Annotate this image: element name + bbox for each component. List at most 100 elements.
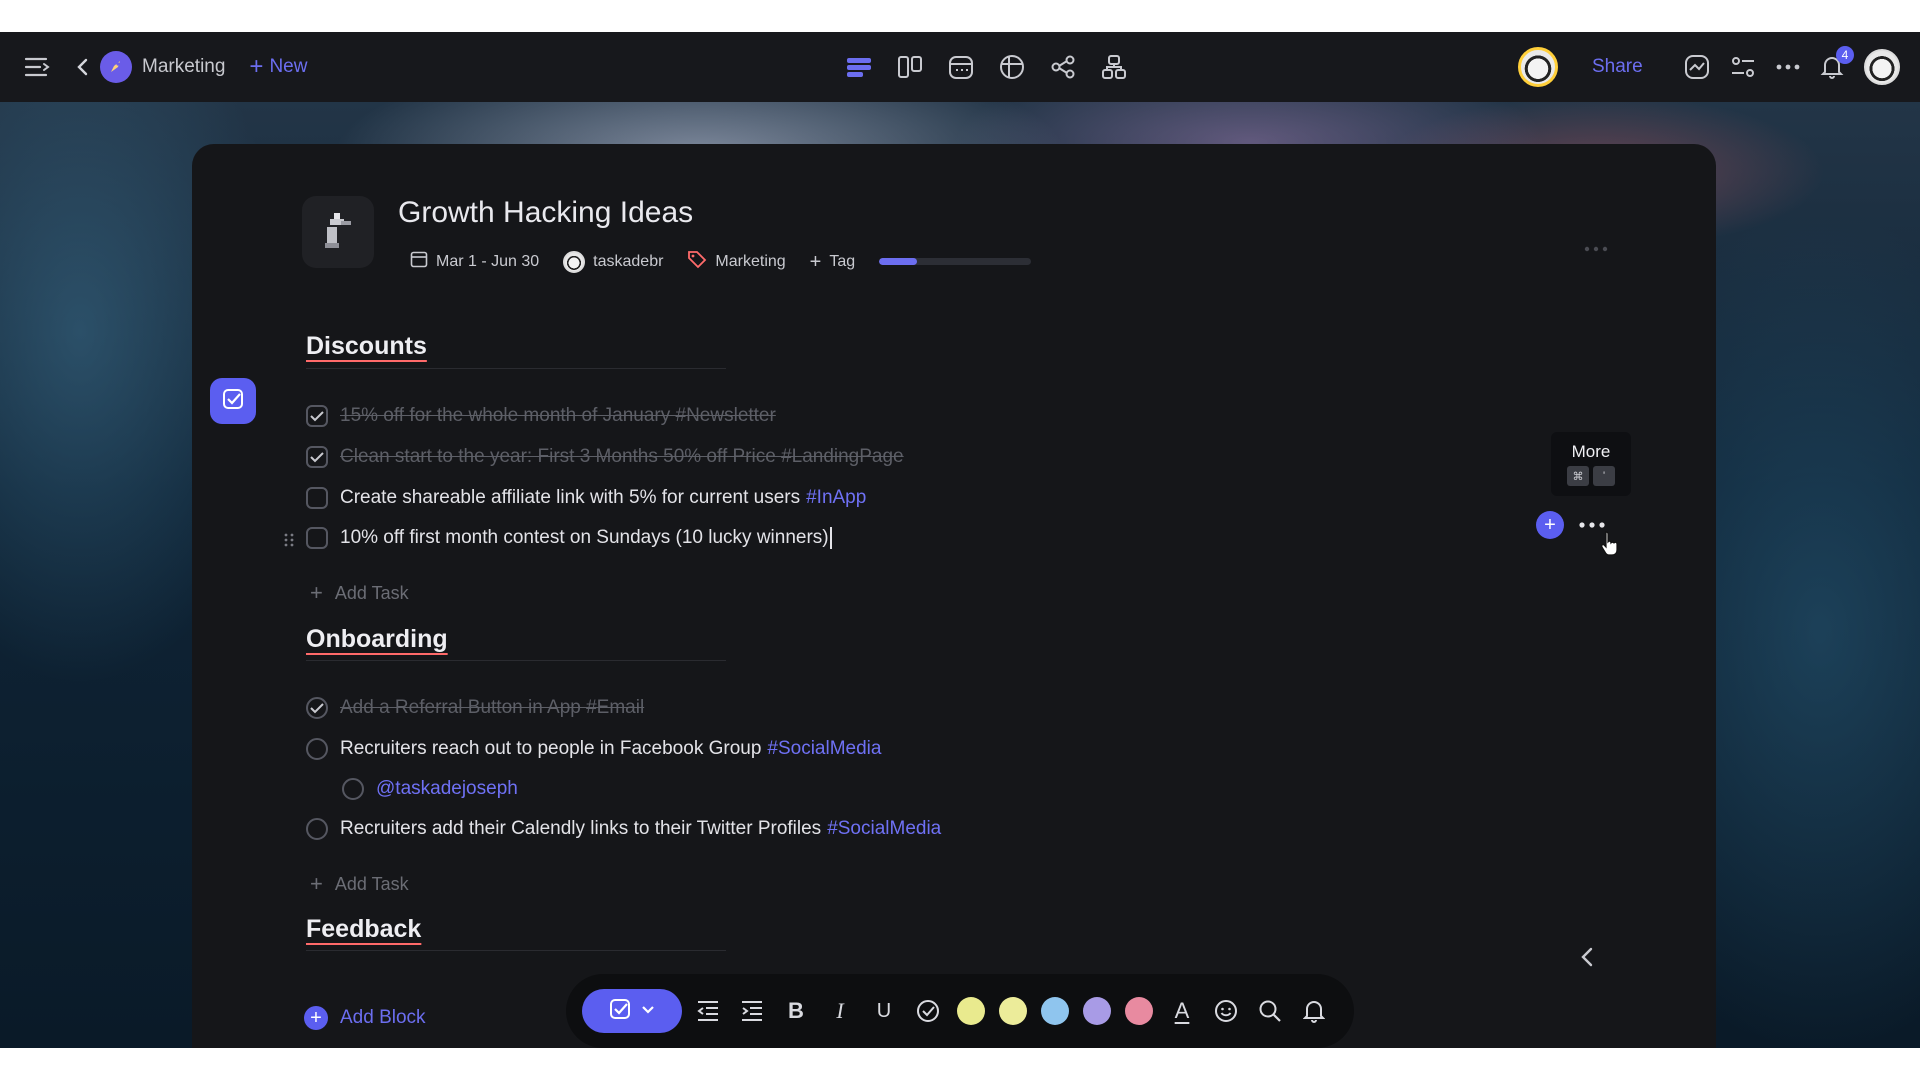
task-checkbox[interactable] (342, 778, 364, 800)
add-task-button[interactable]: + Add Task (310, 873, 409, 895)
reminder-bell-icon[interactable] (1296, 993, 1332, 1029)
workspace-name[interactable]: Marketing (142, 56, 225, 78)
tooltip-shortcut: ⌘ ' (1551, 466, 1631, 486)
user-mention[interactable]: @taskadejoseph (376, 778, 518, 800)
color-swatch-yellow[interactable] (957, 997, 985, 1025)
color-swatch-pink[interactable] (1125, 997, 1153, 1025)
task-text: Recruiters add their Calendly links to t… (340, 818, 942, 839)
section-divider (306, 950, 726, 951)
project-icon[interactable] (302, 196, 374, 268)
add-task-button[interactable]: + Add Task (310, 582, 409, 604)
more-tooltip: More ⌘ ' (1551, 432, 1631, 496)
owner[interactable]: taskadebr (563, 250, 663, 273)
checkbox-icon (222, 388, 244, 415)
text-color-icon[interactable]: A (1164, 993, 1200, 1029)
task-item[interactable]: Clean start to the year: First 3 Months … (306, 442, 904, 472)
mindmap-view-icon[interactable] (1046, 50, 1080, 84)
calendar-view-icon[interactable] (944, 50, 978, 84)
section-title-feedback[interactable]: Feedback (306, 915, 421, 944)
task-checkbox[interactable] (306, 818, 328, 840)
section-divider (306, 660, 726, 661)
org-chart-view-icon[interactable] (1097, 50, 1131, 84)
check-circle-icon[interactable] (910, 993, 946, 1029)
notification-bell-icon[interactable]: 4 (1820, 46, 1854, 80)
section-divider (306, 368, 726, 369)
task-item[interactable]: Add a Referral Button in App #Email (306, 693, 644, 723)
plus-icon: + (809, 250, 822, 273)
task-item[interactable]: 15% off for the whole month of January #… (306, 401, 776, 431)
task-item-active[interactable]: 10% off first month contest on Sundays (… (284, 523, 832, 553)
task-checkbox-checked[interactable] (306, 697, 328, 719)
outdent-icon[interactable] (690, 993, 726, 1029)
new-button[interactable]: + New (249, 55, 307, 79)
more-horizontal-icon[interactable] (1776, 63, 1800, 71)
top-bar: Marketing + New Share 4 (0, 32, 1920, 102)
bold-icon[interactable]: B (778, 993, 814, 1029)
app-window: Marketing + New Share 4 Growth Hacking I… (0, 32, 1920, 1048)
format-toolbar: B I U A (566, 974, 1354, 1048)
activity-icon[interactable] (1684, 54, 1710, 80)
block-type-button[interactable] (210, 378, 256, 424)
color-swatch-blue[interactable] (1041, 997, 1069, 1025)
mouse-cursor-icon (1600, 530, 1622, 561)
section-title-onboarding[interactable]: Onboarding (306, 625, 448, 654)
task-text-editing[interactable]: 10% off first month contest on Sundays (… (340, 527, 832, 549)
task-item[interactable]: Create shareable affiliate link with 5% … (306, 483, 866, 513)
task-item[interactable]: Recruiters add their Calendly links to t… (306, 814, 941, 844)
table-view-icon[interactable] (995, 50, 1029, 84)
user-avatar[interactable] (1864, 49, 1900, 85)
panel-more-icon[interactable] (1584, 240, 1608, 258)
project-meta: Mar 1 - Jun 30 taskadebr Marketing + Tag (410, 249, 1032, 274)
emoji-icon[interactable] (1208, 993, 1244, 1029)
project-title[interactable]: Growth Hacking Ideas (398, 196, 693, 230)
tooltip-label: More (1571, 442, 1611, 461)
hashtag[interactable]: #InApp (806, 487, 866, 508)
italic-icon[interactable]: I (822, 993, 858, 1029)
collapse-panel-icon[interactable] (1580, 946, 1594, 973)
project-panel (192, 144, 1716, 1048)
plus-icon: + (310, 580, 323, 605)
share-button[interactable]: Share (1592, 56, 1643, 78)
add-block-button[interactable]: + Add Block (304, 1006, 426, 1030)
task-checkbox-checked[interactable] (306, 446, 328, 468)
chevron-down-icon (641, 1002, 655, 1020)
drag-handle-icon[interactable] (284, 531, 294, 553)
menu-collapse-icon[interactable] (24, 56, 52, 78)
task-checkbox[interactable] (306, 487, 328, 509)
subtask-item[interactable]: @taskadejoseph (342, 774, 518, 804)
section-title-discounts[interactable]: Discounts (306, 332, 427, 361)
owner-avatar (563, 250, 586, 273)
project-progress (879, 258, 1032, 265)
project-label[interactable]: Marketing (687, 249, 786, 274)
indent-icon[interactable] (734, 993, 770, 1029)
view-switcher (842, 32, 1131, 102)
color-swatch-purple[interactable] (1083, 997, 1111, 1025)
task-item[interactable]: Recruiters reach out to people in Facebo… (306, 734, 881, 764)
collaborator-avatar[interactable] (1518, 47, 1558, 87)
shortcut-key: ' (1593, 466, 1615, 486)
plus-icon: + (1544, 513, 1556, 536)
plus-icon: + (249, 53, 264, 80)
date-range[interactable]: Mar 1 - Jun 30 (410, 250, 539, 273)
task-checkbox[interactable] (306, 738, 328, 760)
task-checkbox[interactable] (306, 527, 328, 549)
add-tag-button[interactable]: + Tag (810, 252, 855, 272)
shortcut-key: ⌘ (1567, 466, 1589, 486)
plus-icon: + (310, 871, 323, 896)
underline-icon[interactable]: U (866, 993, 902, 1029)
tag-icon (687, 249, 707, 274)
filter-settings-icon[interactable] (1730, 55, 1756, 79)
search-icon[interactable] (1252, 993, 1288, 1029)
chevron-left-icon[interactable] (76, 57, 90, 77)
color-swatch-light-yellow[interactable] (999, 997, 1027, 1025)
plus-circle-icon: + (304, 1006, 328, 1030)
board-view-icon[interactable] (893, 50, 927, 84)
block-type-dropdown[interactable] (582, 989, 682, 1033)
hashtag[interactable]: #SocialMedia (827, 818, 941, 839)
task-checkbox-checked[interactable] (306, 405, 328, 427)
hashtag[interactable]: #SocialMedia (767, 738, 881, 759)
list-view-icon[interactable] (842, 50, 876, 84)
progress-fill (879, 258, 918, 265)
add-subtask-button[interactable]: + (1536, 511, 1564, 539)
checkbox-icon (609, 998, 631, 1025)
